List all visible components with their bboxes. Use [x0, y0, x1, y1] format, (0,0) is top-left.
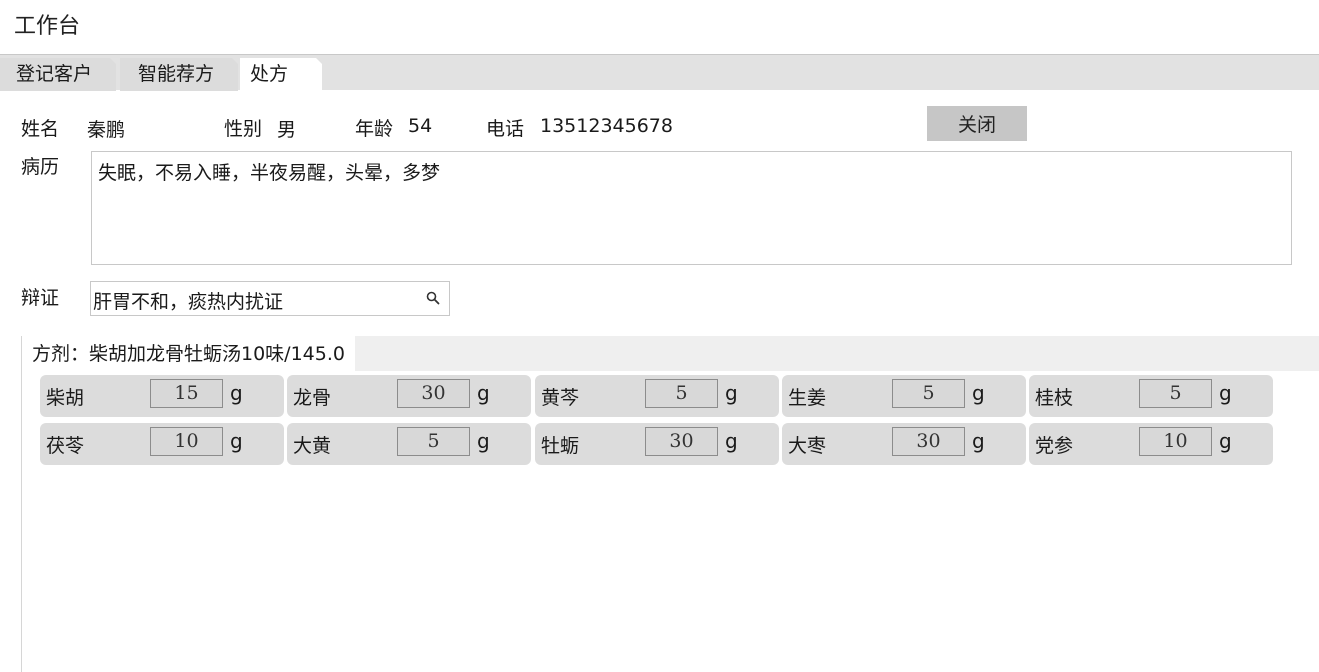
- age-value: 54: [408, 115, 433, 137]
- herb-card: 生姜 5 g: [782, 375, 1026, 417]
- herb-unit: g: [972, 381, 985, 405]
- herb-dose-input[interactable]: 30: [397, 379, 470, 408]
- formula-header: 方剂：柴胡加龙骨牡蛎汤10味/145.0: [22, 336, 1319, 371]
- herb-unit: g: [725, 429, 738, 453]
- herb-dose-input[interactable]: 5: [645, 379, 718, 408]
- history-label: 病历: [21, 156, 60, 178]
- herb-dose-input[interactable]: 15: [150, 379, 223, 408]
- herb-card: 黄芩 5 g: [535, 375, 779, 417]
- herb-name: 桂枝: [1035, 387, 1074, 409]
- gender-value: 男: [277, 119, 297, 141]
- herb-name: 生姜: [788, 387, 827, 409]
- herb-unit: g: [230, 429, 243, 453]
- herb-card: 党参 10 g: [1029, 423, 1273, 465]
- formula-panel: 方剂：柴胡加龙骨牡蛎汤10味/145.0 柴胡 15 g 龙骨 30 g 黄芩 …: [21, 336, 1319, 672]
- herb-name: 茯苓: [46, 435, 85, 457]
- herb-card: 大黄 5 g: [287, 423, 531, 465]
- diagnosis-label: 辩证: [21, 287, 60, 309]
- herb-dose-input[interactable]: 10: [1139, 427, 1212, 456]
- phone-value: 13512345678: [540, 115, 673, 137]
- herb-card: 茯苓 10 g: [40, 423, 284, 465]
- herb-unit: g: [1219, 429, 1232, 453]
- herb-dose-input[interactable]: 30: [645, 427, 718, 456]
- herb-dose-input[interactable]: 5: [892, 379, 965, 408]
- herb-name: 牡蛎: [541, 435, 580, 457]
- herb-card: 牡蛎 30 g: [535, 423, 779, 465]
- tab-prescription[interactable]: 处方: [240, 58, 322, 91]
- herb-name: 大黄: [293, 435, 332, 457]
- name-value: 秦鹏: [87, 119, 126, 141]
- gender-label: 性别: [224, 118, 263, 140]
- herb-name: 党参: [1035, 435, 1074, 457]
- herb-dose-input[interactable]: 5: [397, 427, 470, 456]
- history-textarea[interactable]: 失眠，不易入睡，半夜易醒，头晕，多梦: [91, 151, 1292, 265]
- diagnosis-input[interactable]: 肝胃不和，痰热内扰证: [90, 281, 450, 316]
- tab-register-customer[interactable]: 登记客户: [0, 58, 116, 91]
- name-label: 姓名: [21, 118, 60, 140]
- herb-name: 龙骨: [293, 387, 332, 409]
- app-title: 工作台: [14, 14, 81, 39]
- herb-name: 柴胡: [46, 387, 85, 409]
- diagnosis-value: 肝胃不和，痰热内扰证: [93, 291, 284, 313]
- herb-card: 大枣 30 g: [782, 423, 1026, 465]
- close-button[interactable]: 关闭: [927, 106, 1027, 141]
- formula-title: 方剂：柴胡加龙骨牡蛎汤10味/145.0: [22, 336, 355, 371]
- tab-smart-recommend[interactable]: 智能荐方: [120, 58, 238, 91]
- herb-unit: g: [230, 381, 243, 405]
- herb-card: 柴胡 15 g: [40, 375, 284, 417]
- age-label: 年龄: [355, 118, 394, 140]
- herb-card: 桂枝 5 g: [1029, 375, 1273, 417]
- herb-dose-input[interactable]: 10: [150, 427, 223, 456]
- herb-dose-input[interactable]: 30: [892, 427, 965, 456]
- herb-unit: g: [725, 381, 738, 405]
- herb-unit: g: [477, 429, 490, 453]
- herb-unit: g: [1219, 381, 1232, 405]
- herb-dose-input[interactable]: 5: [1139, 379, 1212, 408]
- phone-label: 电话: [486, 118, 525, 140]
- herb-unit: g: [477, 381, 490, 405]
- herb-name: 黄芩: [541, 387, 580, 409]
- herb-card: 龙骨 30 g: [287, 375, 531, 417]
- search-icon[interactable]: [426, 291, 440, 305]
- herb-name: 大枣: [788, 435, 827, 457]
- herb-unit: g: [972, 429, 985, 453]
- tab-bar: 登记客户 智能荐方 处方: [0, 54, 1319, 90]
